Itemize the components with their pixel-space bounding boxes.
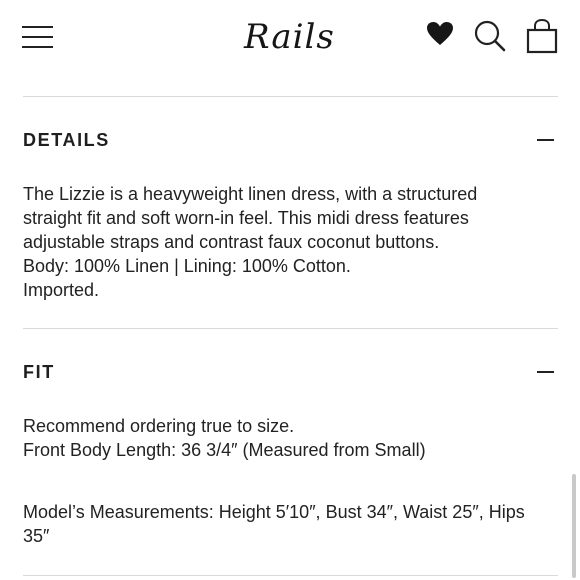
details-line: Body: 100% Linen | Lining: 100% Cotton. [23,256,351,276]
divider-details-fit [23,328,558,329]
shopping-bag-icon[interactable] [525,18,559,54]
brand-logo[interactable]: Rails [244,14,338,60]
section-title-details[interactable]: DETAILS [23,130,110,151]
section-title-fit[interactable]: FIT [23,362,55,383]
search-icon[interactable] [473,19,507,53]
details-description: The Lizzie is a heavyweight linen dress,… [23,182,563,302]
details-line: The Lizzie is a heavyweight linen dress,… [23,184,478,204]
model-measurements: Model’s Measurements: Height 5′10″, Bust… [23,500,563,548]
details-line: straight fit and soft worn-in feel. This… [23,208,469,228]
heart-icon[interactable] [426,21,454,47]
details-line: adjustable straps and contrast faux coco… [23,232,440,252]
menu-icon[interactable] [22,25,54,49]
divider-bottom [23,575,558,576]
details-line: Imported. [23,280,100,300]
top-navigation-bar: Rails [0,0,580,78]
model-measurements-line: Model’s Measurements: Height 5′10″, Bust… [23,502,525,522]
collapse-details-icon[interactable] [537,139,554,141]
fit-description: Recommend ordering true to size. Front B… [23,414,563,462]
model-measurements-line: 35″ [23,526,50,546]
fit-line: Front Body Length: 36 3/4″ (Measured fro… [23,440,426,460]
fit-line: Recommend ordering true to size. [23,416,295,436]
collapse-fit-icon[interactable] [537,371,554,373]
divider-top [23,96,558,97]
scrollbar-thumb[interactable] [572,474,576,578]
